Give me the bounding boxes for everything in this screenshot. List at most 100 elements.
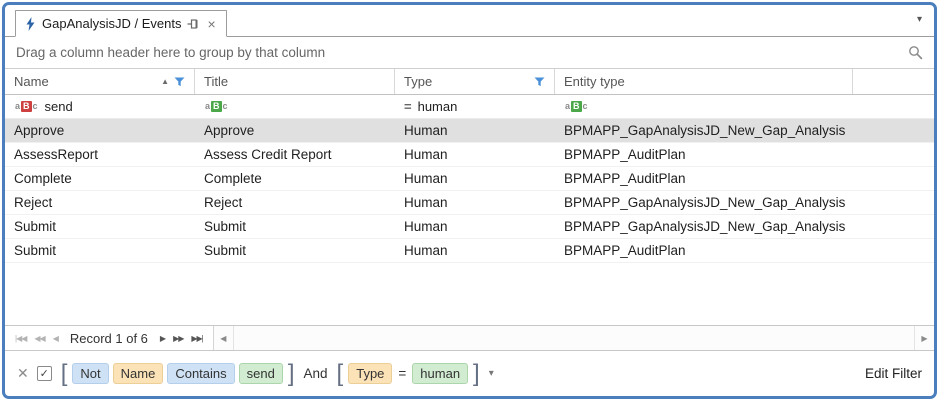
column-header-filler <box>853 69 934 94</box>
filter-dropdown-icon[interactable]: ▾ <box>489 368 494 379</box>
tab-title: GapAnalysisJD / Events <box>42 16 182 31</box>
filter-equals-operator[interactable]: = <box>396 366 408 381</box>
table-row[interactable]: Complete Complete Human BPMAPP_AuditPlan <box>5 167 934 191</box>
column-label-type: Type <box>404 74 433 89</box>
table-row[interactable]: Submit Submit Human BPMAPP_AuditPlan <box>5 239 934 263</box>
column-header-entity-type[interactable]: Entity type <box>555 69 853 94</box>
table-row[interactable]: AssessReport Assess Credit Report Human … <box>5 143 934 167</box>
last-record-button[interactable]: ▶▶| <box>187 334 206 343</box>
filter-contains-chip[interactable]: Contains <box>167 363 235 384</box>
cell-entity-type: BPMAPP_GapAnalysisJD_New_Gap_Analysis <box>564 123 846 138</box>
filter-cell-filler <box>853 95 934 118</box>
filter-cell-entity-type[interactable]: aBc <box>555 95 853 118</box>
cell-type: Human <box>404 243 448 258</box>
column-header-row: Name ▲ Title Type Entity type <box>5 69 934 95</box>
close-bracket: ] <box>473 359 480 387</box>
group-by-panel[interactable]: Drag a column header here to group by th… <box>5 37 934 69</box>
filter-cell-type[interactable]: = human <box>395 95 555 118</box>
header-icons: ▲ <box>161 77 185 87</box>
cell-filler <box>853 215 934 238</box>
lightning-icon <box>25 16 36 31</box>
filter-value-send-chip[interactable]: send <box>238 363 283 384</box>
tab-list-dropdown-icon[interactable]: ▾ <box>917 14 922 25</box>
close-bracket: ] <box>287 359 295 387</box>
header-icons <box>534 77 545 87</box>
cell-title: Assess Credit Report <box>204 147 332 162</box>
next-record-button[interactable]: ▶ <box>156 334 169 343</box>
open-bracket: [ <box>336 359 344 387</box>
filter-field-type-chip[interactable]: Type <box>348 363 393 384</box>
abc-letter-highlight: B <box>21 101 32 112</box>
filter-value-name: send <box>44 99 73 114</box>
group-panel-hint: Drag a column header here to group by th… <box>16 45 326 60</box>
filter-value-human-chip[interactable]: human <box>412 363 469 384</box>
prev-record-button[interactable]: ◀ <box>49 334 62 343</box>
cell-filler <box>853 143 934 166</box>
cell-name: AssessReport <box>14 147 99 162</box>
tab-gapanalysisjd-events[interactable]: GapAnalysisJD / Events × <box>15 10 227 37</box>
next-page-button[interactable]: ▶▶ <box>169 334 187 343</box>
cell-name: Approve <box>14 123 65 138</box>
abc-letter-highlight: B <box>571 101 582 112</box>
scroll-left-icon[interactable]: ◀ <box>214 326 234 350</box>
horizontal-scrollbar[interactable]: ◀ ▶ <box>212 326 934 350</box>
cell-entity-type: BPMAPP_AuditPlan <box>564 243 686 258</box>
close-icon[interactable]: × <box>206 17 216 31</box>
sort-asc-icon[interactable]: ▲ <box>161 77 169 86</box>
auto-filter-row: aBc send aBc = human aBc <box>5 95 934 119</box>
first-record-button[interactable]: |◀◀ <box>11 334 30 343</box>
abc-filter-icon[interactable]: aBc <box>204 101 229 112</box>
column-label-title: Title <box>204 74 229 89</box>
table-row[interactable]: Reject Reject Human BPMAPP_GapAnalysisJD… <box>5 191 934 215</box>
record-count-text: Record 1 of 6 <box>69 330 148 346</box>
filter-enabled-checkbox[interactable]: ✓ <box>36 366 52 381</box>
column-label-name: Name <box>14 74 49 89</box>
abc-letter-highlight: B <box>211 101 222 112</box>
cell-title: Complete <box>204 171 262 186</box>
column-label-entity-type: Entity type <box>564 74 625 89</box>
filter-field-name-chip[interactable]: Name <box>112 363 164 384</box>
cell-name: Reject <box>14 195 53 210</box>
edit-filter-button[interactable]: Edit Filter <box>865 366 922 381</box>
filter-and-label: And <box>303 366 328 381</box>
cell-entity-type: BPMAPP_AuditPlan <box>564 171 686 186</box>
filter-cell-title[interactable]: aBc <box>195 95 395 118</box>
abc-filter-icon[interactable]: aBc <box>564 101 589 112</box>
abc-letter: c <box>222 101 228 111</box>
cell-entity-type: BPMAPP_GapAnalysisJD_New_Gap_Analysis <box>564 219 846 234</box>
filter-funnel-icon[interactable] <box>174 77 185 87</box>
filter-not-chip[interactable]: Not <box>72 363 109 384</box>
cell-name: Complete <box>14 171 72 186</box>
abc-letter: a <box>565 101 571 111</box>
table-row[interactable]: Approve Approve Human BPMAPP_GapAnalysis… <box>5 119 934 143</box>
column-header-type[interactable]: Type <box>395 69 555 94</box>
cell-title: Submit <box>204 243 247 258</box>
cell-type: Human <box>404 219 448 234</box>
cell-name: Submit <box>14 243 57 258</box>
abc-letter: a <box>205 101 211 111</box>
equals-operator-icon[interactable]: = <box>404 99 412 114</box>
abc-letter: a <box>15 101 21 111</box>
clear-filter-icon[interactable]: ✕ <box>17 365 29 382</box>
search-icon[interactable] <box>908 45 923 60</box>
column-header-title[interactable]: Title <box>195 69 395 94</box>
filter-funnel-icon[interactable] <box>534 77 545 87</box>
abc-filter-icon[interactable]: aBc <box>14 101 39 112</box>
tab-bar: GapAnalysisJD / Events × ▾ <box>5 5 934 37</box>
cell-filler <box>853 167 934 190</box>
filter-value-type: human <box>417 99 458 114</box>
cell-filler <box>853 119 934 142</box>
events-grid-window: GapAnalysisJD / Events × ▾ Drag a column… <box>2 2 937 399</box>
pin-icon[interactable] <box>187 18 200 30</box>
column-header-name[interactable]: Name ▲ <box>5 69 195 94</box>
cell-type: Human <box>404 171 448 186</box>
cell-filler <box>853 239 934 262</box>
cell-title: Approve <box>204 123 255 138</box>
record-navigator: |◀◀ ◀◀ ◀ Record 1 of 6 ▶ ▶▶ ▶▶| <box>5 331 207 346</box>
cell-type: Human <box>404 123 448 138</box>
prev-page-button[interactable]: ◀◀ <box>30 334 48 343</box>
scroll-right-icon[interactable]: ▶ <box>914 326 934 350</box>
abc-letter: c <box>32 101 38 111</box>
filter-cell-name[interactable]: aBc send <box>5 95 195 118</box>
table-row[interactable]: Submit Submit Human BPMAPP_GapAnalysisJD… <box>5 215 934 239</box>
